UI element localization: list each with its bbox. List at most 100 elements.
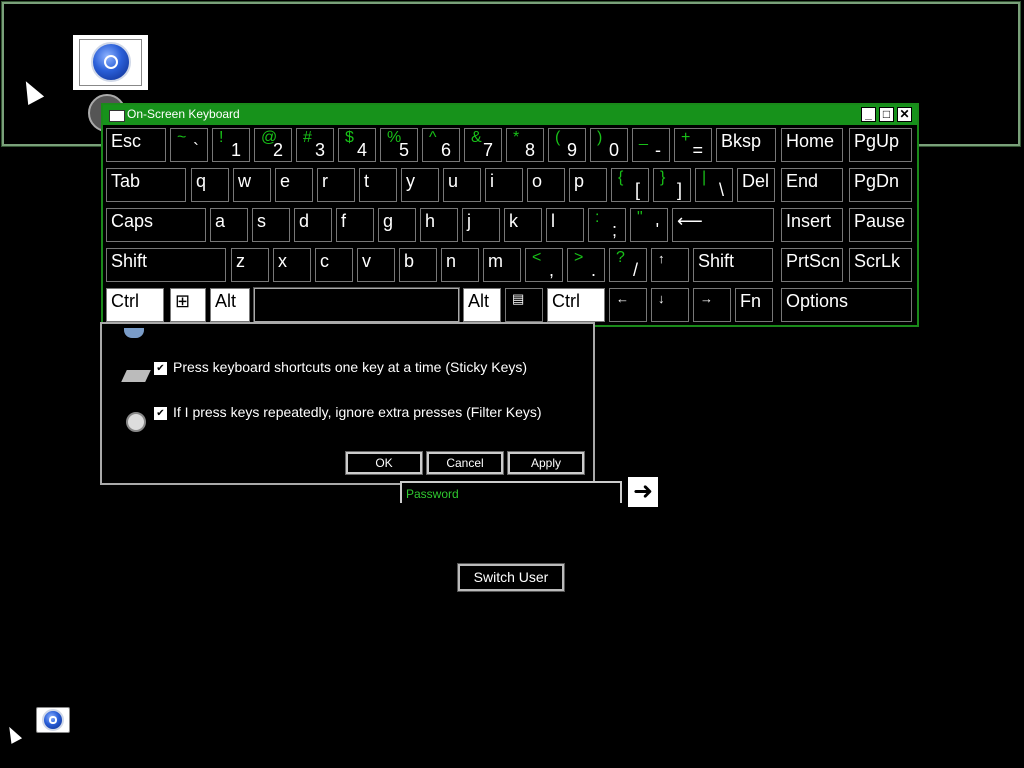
key-win[interactable]: ⊞ [170, 288, 206, 322]
key-shift-label: ( [555, 129, 561, 146]
key-w[interactable]: w [233, 168, 271, 202]
key-5[interactable]: % 5 [380, 128, 418, 162]
key-k[interactable]: k [504, 208, 542, 242]
key-f[interactable]: f [336, 208, 374, 242]
ease-of-access-dialog: ✔ Press keyboard shortcuts one key at a t… [100, 322, 595, 485]
key-period[interactable]: >. [567, 248, 605, 282]
key-6[interactable]: ^ 6 [422, 128, 460, 162]
key-a[interactable]: a [210, 208, 248, 242]
key-esc[interactable]: Esc [106, 128, 166, 162]
key-7[interactable]: & 7 [464, 128, 502, 162]
key-label: Insert [786, 211, 832, 231]
key-label: n [446, 251, 457, 271]
key-y[interactable]: y [401, 168, 439, 202]
key-del[interactable]: Del [737, 168, 775, 202]
key-3[interactable]: #3 [296, 128, 334, 162]
key-insert[interactable]: Insert [781, 208, 843, 242]
key-1[interactable]: ! 1 [212, 128, 250, 162]
key-g[interactable]: g [378, 208, 416, 242]
key-q[interactable]: q [191, 168, 229, 202]
key-l[interactable]: l [546, 208, 584, 242]
key-lalt[interactable]: Alt [210, 288, 250, 322]
key-8[interactable]: * 8 [506, 128, 544, 162]
key-e[interactable]: e [275, 168, 313, 202]
key-minus[interactable]: _ - [632, 128, 670, 162]
key-quote[interactable]: " ' [630, 208, 668, 242]
key-r[interactable]: r [317, 168, 355, 202]
key-d[interactable]: d [294, 208, 332, 242]
key-v[interactable]: v [357, 248, 395, 282]
password-input[interactable] [402, 485, 620, 503]
sticky-keys-option[interactable]: ✔ Press keyboard shortcuts one key at a t… [154, 359, 527, 375]
key-lctrl[interactable]: Ctrl [106, 288, 164, 322]
key-enter[interactable]: ⟵ [672, 208, 774, 242]
key-slash[interactable]: ? / [609, 248, 647, 282]
key-label: m [488, 251, 503, 271]
key-down[interactable]: ↓ [651, 288, 689, 322]
key-right[interactable]: → [693, 288, 731, 322]
key-ralt[interactable]: Alt [463, 288, 501, 322]
filter-keys-checkbox[interactable]: ✔ [154, 407, 167, 420]
user-avatar[interactable] [73, 35, 148, 90]
key-o[interactable]: o [527, 168, 565, 202]
key-prtscn[interactable]: PrtScn [781, 248, 843, 282]
key-label: ↓ [658, 291, 665, 306]
key-4[interactable]: $4 [338, 128, 376, 162]
key-c[interactable]: c [315, 248, 353, 282]
key-lshift[interactable]: Shift [106, 248, 226, 282]
key-z[interactable]: z [231, 248, 269, 282]
key-h[interactable]: h [420, 208, 458, 242]
key-space[interactable] [253, 287, 460, 323]
key-shift-label: { [618, 169, 624, 186]
ok-button[interactable]: OK [345, 451, 423, 475]
key-up[interactable]: ↑ [651, 248, 689, 282]
key-x[interactable]: x [273, 248, 311, 282]
key-i[interactable]: i [485, 168, 523, 202]
key-p[interactable]: p [569, 168, 607, 202]
key-u[interactable]: u [443, 168, 481, 202]
key-2[interactable]: @2 [254, 128, 292, 162]
key-0[interactable]: ) 0 [590, 128, 628, 162]
key-end[interactable]: End [781, 168, 843, 202]
switch-user-button[interactable]: Switch User [457, 563, 565, 592]
key-pause[interactable]: Pause [849, 208, 912, 242]
key-m[interactable]: m [483, 248, 521, 282]
key-pgup[interactable]: PgUp [849, 128, 912, 162]
key-home[interactable]: Home [781, 128, 843, 162]
key-equals[interactable]: + = [674, 128, 712, 162]
key-9[interactable]: (9 [548, 128, 586, 162]
key-fn[interactable]: Fn [735, 288, 773, 322]
submit-arrow-button[interactable]: ➜ [628, 477, 658, 507]
key-label: l [551, 211, 555, 231]
key-scrlk[interactable]: ScrLk [849, 248, 912, 282]
key-b[interactable]: b [399, 248, 437, 282]
filter-keys-option[interactable]: ✔ If I press keys repeatedly, ignore extr… [154, 404, 542, 420]
key-base-label: 1 [230, 140, 241, 160]
key-rshift[interactable]: Shift [693, 248, 773, 282]
key-backtick[interactable]: ~ ` [170, 128, 208, 162]
key-bksp[interactable]: Bksp [716, 128, 776, 162]
key-label: g [383, 211, 394, 231]
key-rbracket[interactable]: }] [653, 168, 691, 202]
key-options[interactable]: Options [781, 288, 912, 322]
key-comma[interactable]: <, [525, 248, 563, 282]
key-semicolon[interactable]: :; [588, 208, 626, 242]
key-n[interactable]: n [441, 248, 479, 282]
key-label: Del [742, 171, 770, 191]
key-s[interactable]: s [252, 208, 290, 242]
key-left[interactable]: ← [609, 288, 647, 322]
cancel-button[interactable]: Cancel [426, 451, 504, 475]
key-backslash[interactable]: | \ [695, 168, 733, 202]
key-j[interactable]: j [462, 208, 500, 242]
key-tab[interactable]: Tab [106, 168, 186, 202]
key-rctrl[interactable]: Ctrl [547, 288, 605, 322]
apply-button[interactable]: Apply [507, 451, 585, 475]
key-base-label: 5 [398, 140, 409, 160]
key-t[interactable]: t [359, 168, 397, 202]
key-base-label: ] [676, 180, 682, 200]
key-lbracket[interactable]: {[ [611, 168, 649, 202]
key-pgdn[interactable]: PgDn [849, 168, 912, 202]
sticky-keys-checkbox[interactable]: ✔ [154, 362, 167, 375]
key-caps[interactable]: Caps [106, 208, 206, 242]
key-menu[interactable]: ▤ [505, 288, 543, 322]
